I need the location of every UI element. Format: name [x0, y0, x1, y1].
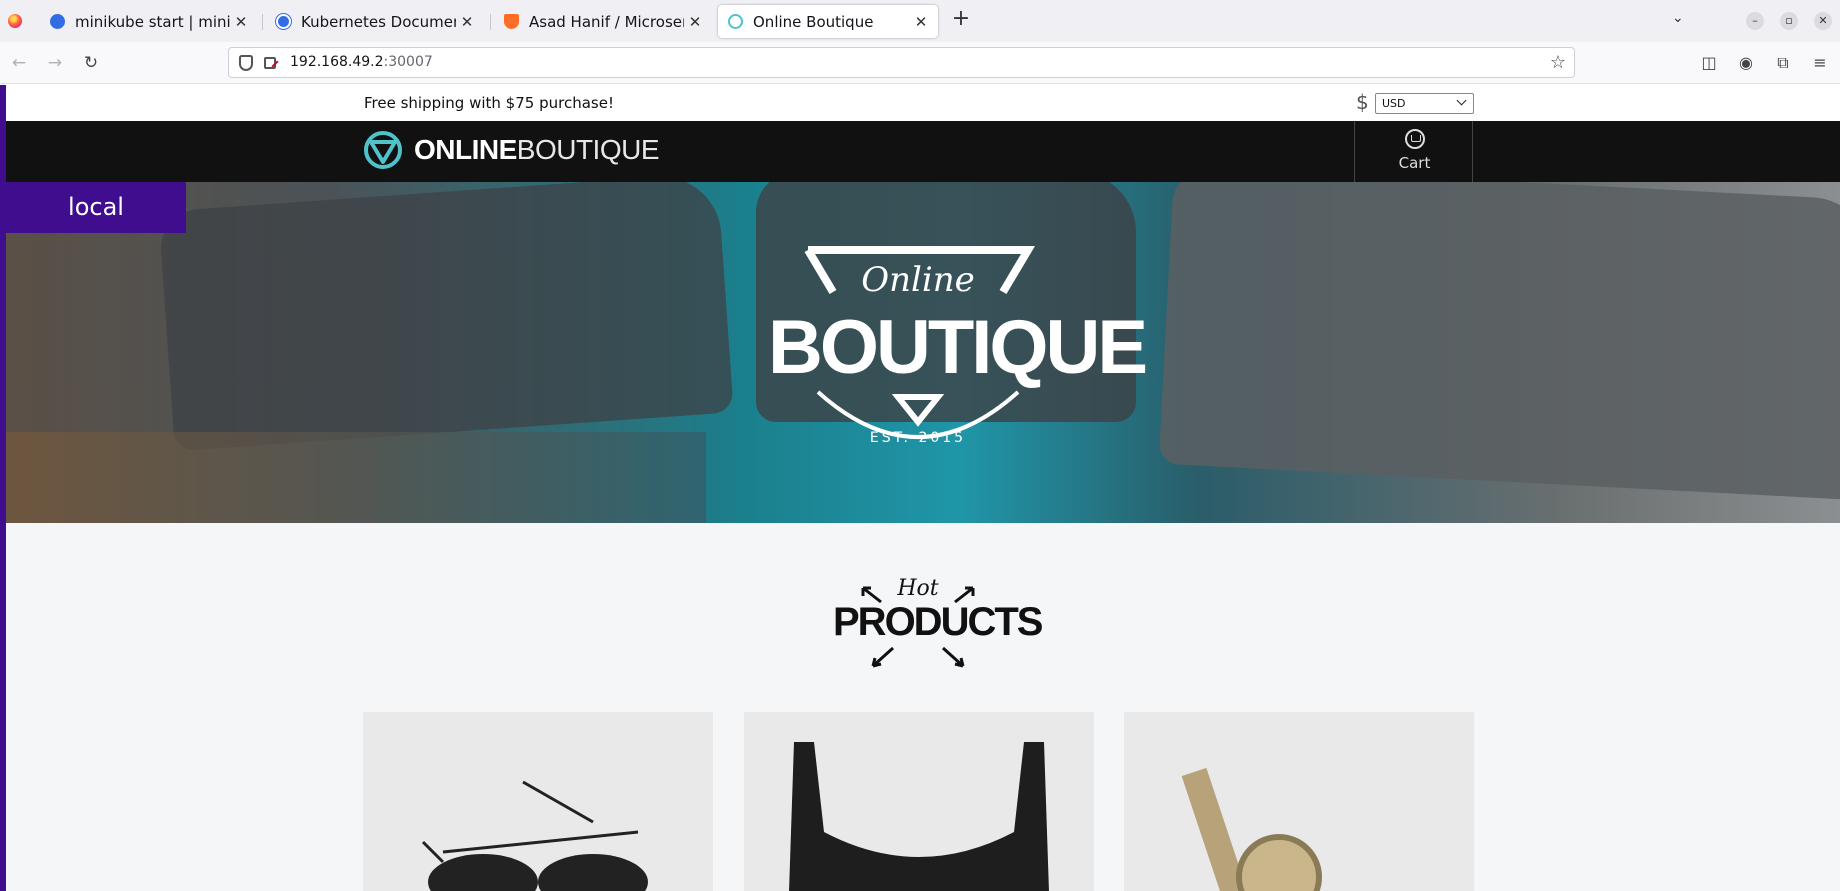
address-bar[interactable]: 192.168.49.2:30007 ☆: [228, 47, 1575, 78]
promo-bar: Free shipping with $75 purchase! $ USD: [6, 85, 1840, 121]
minikube-favicon-icon: [50, 14, 65, 29]
kubernetes-favicon-icon: [276, 14, 291, 29]
page-content: Free shipping with $75 purchase! $ USD O…: [0, 85, 1840, 891]
currency-select[interactable]: USD: [1375, 93, 1474, 114]
close-tab-icon[interactable]: ✕: [688, 13, 702, 31]
firefox-view-icon[interactable]: [8, 14, 22, 28]
tracking-protection-icon[interactable]: [239, 55, 253, 71]
tab-online-boutique[interactable]: Online Boutique ✕: [718, 5, 938, 38]
tab-bar: minikube start | minikube ✕ Kubernetes D…: [0, 0, 1840, 42]
close-tab-icon[interactable]: ✕: [460, 13, 474, 31]
cart-icon: [1405, 129, 1425, 149]
chevron-down-icon: [1456, 95, 1467, 106]
close-tab-icon[interactable]: ✕: [234, 13, 248, 31]
cart-button[interactable]: Cart: [1354, 121, 1473, 182]
extensions-icon[interactable]: ⧉: [1773, 53, 1793, 73]
site-logo[interactable]: ONLINEBOUTIQUE: [414, 134, 660, 166]
hero-logo: Online BOUTIQUE EST. 2015: [768, 242, 1148, 472]
shipping-notice: Free shipping with $75 purchase!: [364, 94, 614, 112]
hot-products-heading: Hot PRODUCTS: [833, 566, 1043, 676]
insecure-lock-icon[interactable]: [264, 57, 276, 69]
back-icon[interactable]: ←: [8, 52, 30, 74]
boutique-logo-icon[interactable]: [363, 130, 403, 170]
tank-top-image: [789, 742, 1049, 891]
tab-separator: [262, 14, 263, 30]
reload-icon[interactable]: ↻: [80, 52, 102, 74]
minimize-window-icon[interactable]: –: [1746, 12, 1764, 30]
restore-window-icon[interactable]: ▫: [1780, 12, 1798, 30]
watch-image: [1181, 767, 1322, 891]
sunglasses-image: [421, 780, 648, 891]
forward-icon[interactable]: →: [44, 52, 66, 74]
site-header: ONLINEBOUTIQUE Cart: [6, 121, 1840, 182]
menu-icon[interactable]: ≡: [1810, 53, 1830, 73]
url-text[interactable]: 192.168.49.2:30007: [290, 54, 433, 70]
vr-headset-image: [1158, 182, 1840, 501]
vr-headset-image: [158, 182, 734, 452]
gitlab-favicon-icon: [504, 14, 519, 29]
navigation-toolbar: ← → ↻ 192.168.49.2:30007 ☆ ◫ ◉ ⧉ ≡: [0, 42, 1840, 84]
product-card-watch[interactable]: [1124, 712, 1474, 891]
table-surface: [6, 432, 706, 523]
tab-kubernetes-docs[interactable]: Kubernetes Documentati ✕: [266, 5, 484, 38]
tab-gitlab[interactable]: Asad Hanif / Microservice ✕: [494, 5, 712, 38]
hero-banner: Online BOUTIQUE EST. 2015: [6, 182, 1840, 523]
bookmark-star-icon[interactable]: ☆: [1550, 52, 1566, 73]
environment-badge: local: [6, 182, 186, 233]
currency-icon: $: [1356, 90, 1369, 114]
close-tab-icon[interactable]: ✕: [914, 13, 928, 31]
tab-minikube[interactable]: minikube start | minikube ✕: [40, 5, 258, 38]
product-card-sunglasses[interactable]: [363, 712, 713, 891]
new-tab-button[interactable]: +: [950, 8, 972, 31]
pocket-icon[interactable]: ◫: [1699, 53, 1719, 73]
tab-separator: [490, 14, 491, 30]
account-icon[interactable]: ◉: [1736, 53, 1756, 73]
product-card-tank-top[interactable]: [744, 712, 1094, 891]
boutique-favicon-icon: [728, 14, 743, 29]
close-window-icon[interactable]: ✕: [1814, 12, 1832, 30]
list-all-tabs-icon[interactable]: ⌄: [1672, 10, 1684, 26]
